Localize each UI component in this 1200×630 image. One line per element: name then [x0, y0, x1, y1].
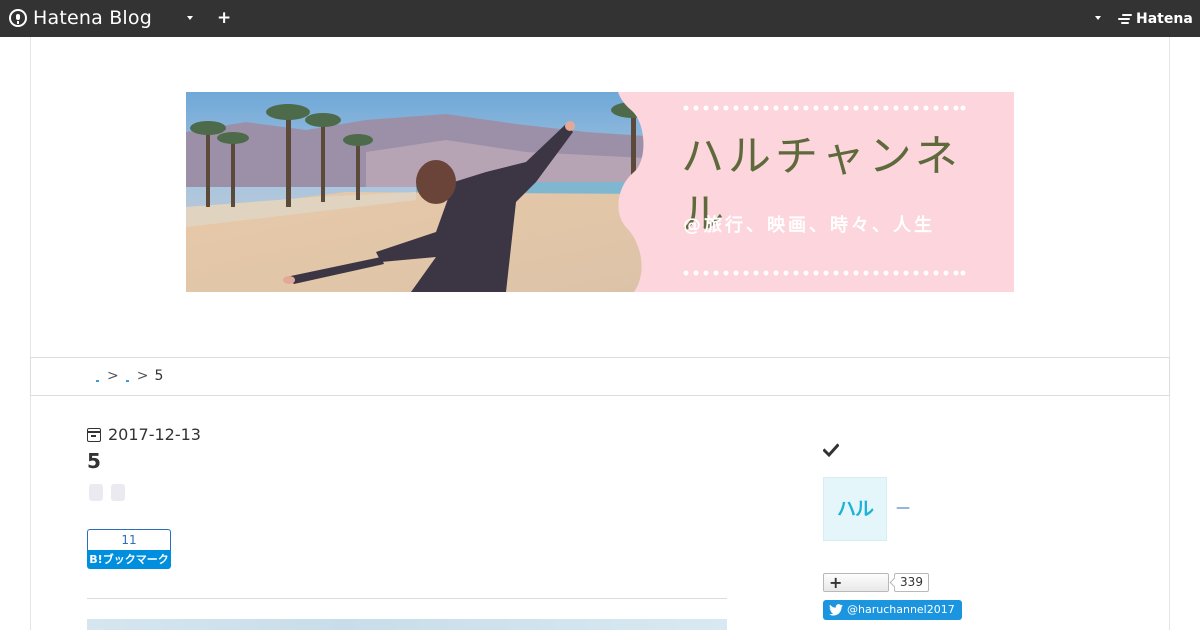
hatena-bookmark-button[interactable]: 11 B!ブックマーク	[87, 529, 171, 569]
hatena-blog-home-link[interactable]: Hatena Blog	[9, 7, 152, 29]
entry-date[interactable]: 2017-12-13	[87, 425, 201, 445]
global-header: Hatena Blog + Hatena	[0, 0, 1200, 37]
hatena-logo-icon	[1118, 13, 1132, 25]
follower-count: 339	[894, 573, 929, 592]
page-frame-left	[30, 37, 31, 630]
plus-icon[interactable]: +	[217, 9, 231, 27]
bookmark-count[interactable]: 11	[87, 529, 171, 550]
hatena-blog-logo-icon	[9, 9, 27, 27]
blog-header-banner[interactable]: ハルチャンネル @旅行、映画、時々、人生	[186, 92, 1014, 292]
breadcrumb-separator: >	[136, 368, 149, 384]
follow-button[interactable]: +	[823, 573, 889, 592]
breadcrumb-category-link[interactable]	[125, 368, 131, 384]
avatar[interactable]: ハル	[823, 477, 887, 541]
plus-icon: +	[829, 573, 843, 592]
calendar-icon	[87, 428, 101, 442]
category-chip[interactable]	[111, 484, 125, 501]
hatena-label: Hatena	[1136, 11, 1193, 27]
hatena-account-link[interactable]: Hatena	[1118, 10, 1193, 28]
chevron-down-icon[interactable]	[187, 16, 193, 20]
breadcrumb-separator: >	[107, 368, 119, 384]
profile-name-link[interactable]: —	[896, 498, 910, 518]
check-icon	[823, 443, 839, 458]
page-frame-right	[1169, 37, 1170, 630]
twitter-icon	[829, 604, 843, 616]
breadcrumb: > > 5	[30, 357, 1170, 396]
avatar-text: ハル	[836, 498, 874, 520]
blog-subtitle: @旅行、映画、時々、人生	[683, 215, 935, 236]
entry-title[interactable]: 5	[87, 449, 101, 473]
chevron-down-icon[interactable]	[1095, 16, 1101, 20]
breadcrumb-current: 5	[154, 368, 164, 384]
category-chip[interactable]	[89, 484, 103, 501]
bookmark-label[interactable]: B!ブックマーク	[87, 550, 171, 569]
entry-divider	[87, 598, 727, 599]
entry-image	[87, 619, 727, 630]
breadcrumb-home-link[interactable]	[95, 368, 101, 384]
brand-label: Hatena Blog	[33, 7, 152, 29]
entry-date-text: 2017-12-13	[108, 425, 201, 444]
twitter-handle: @haruchannel2017	[847, 603, 955, 616]
twitter-follow-button[interactable]: @haruchannel2017	[823, 600, 962, 620]
